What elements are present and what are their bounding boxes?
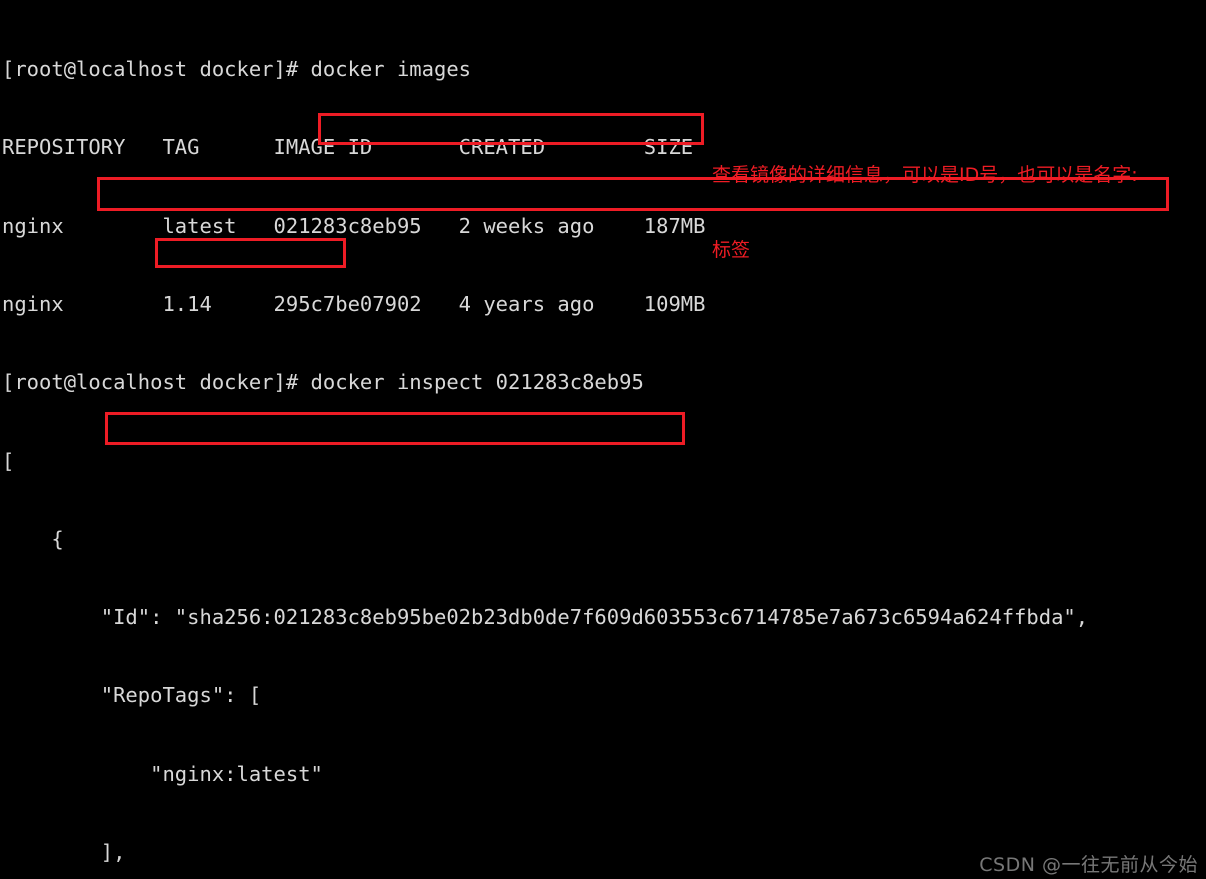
terminal-line: ], (2, 840, 126, 864)
terminal-line: { (2, 526, 64, 551)
terminal-line: [root@localhost docker]# docker images (2, 57, 471, 82)
terminal-line: "RepoTags": [ (2, 683, 262, 708)
terminal-screen: [root@localhost docker]# docker images R… (0, 0, 1206, 879)
terminal-line: "Id": "sha256:021283c8eb95be02b23db0de7f… (2, 605, 1089, 630)
terminal-line: [ (2, 448, 15, 473)
terminal-line: "nginx:latest" (2, 761, 323, 786)
annotation-line-2: 标签 (712, 239, 751, 261)
annotation-line-1: 查看镜像的详细信息，可以是ID号，也可以是名字: (712, 164, 1138, 186)
annotation-note: 查看镜像的详细信息，可以是ID号，也可以是名字: 标签 (712, 113, 1192, 313)
terminal-line: [root@localhost docker]# docker inspect … (2, 370, 644, 395)
